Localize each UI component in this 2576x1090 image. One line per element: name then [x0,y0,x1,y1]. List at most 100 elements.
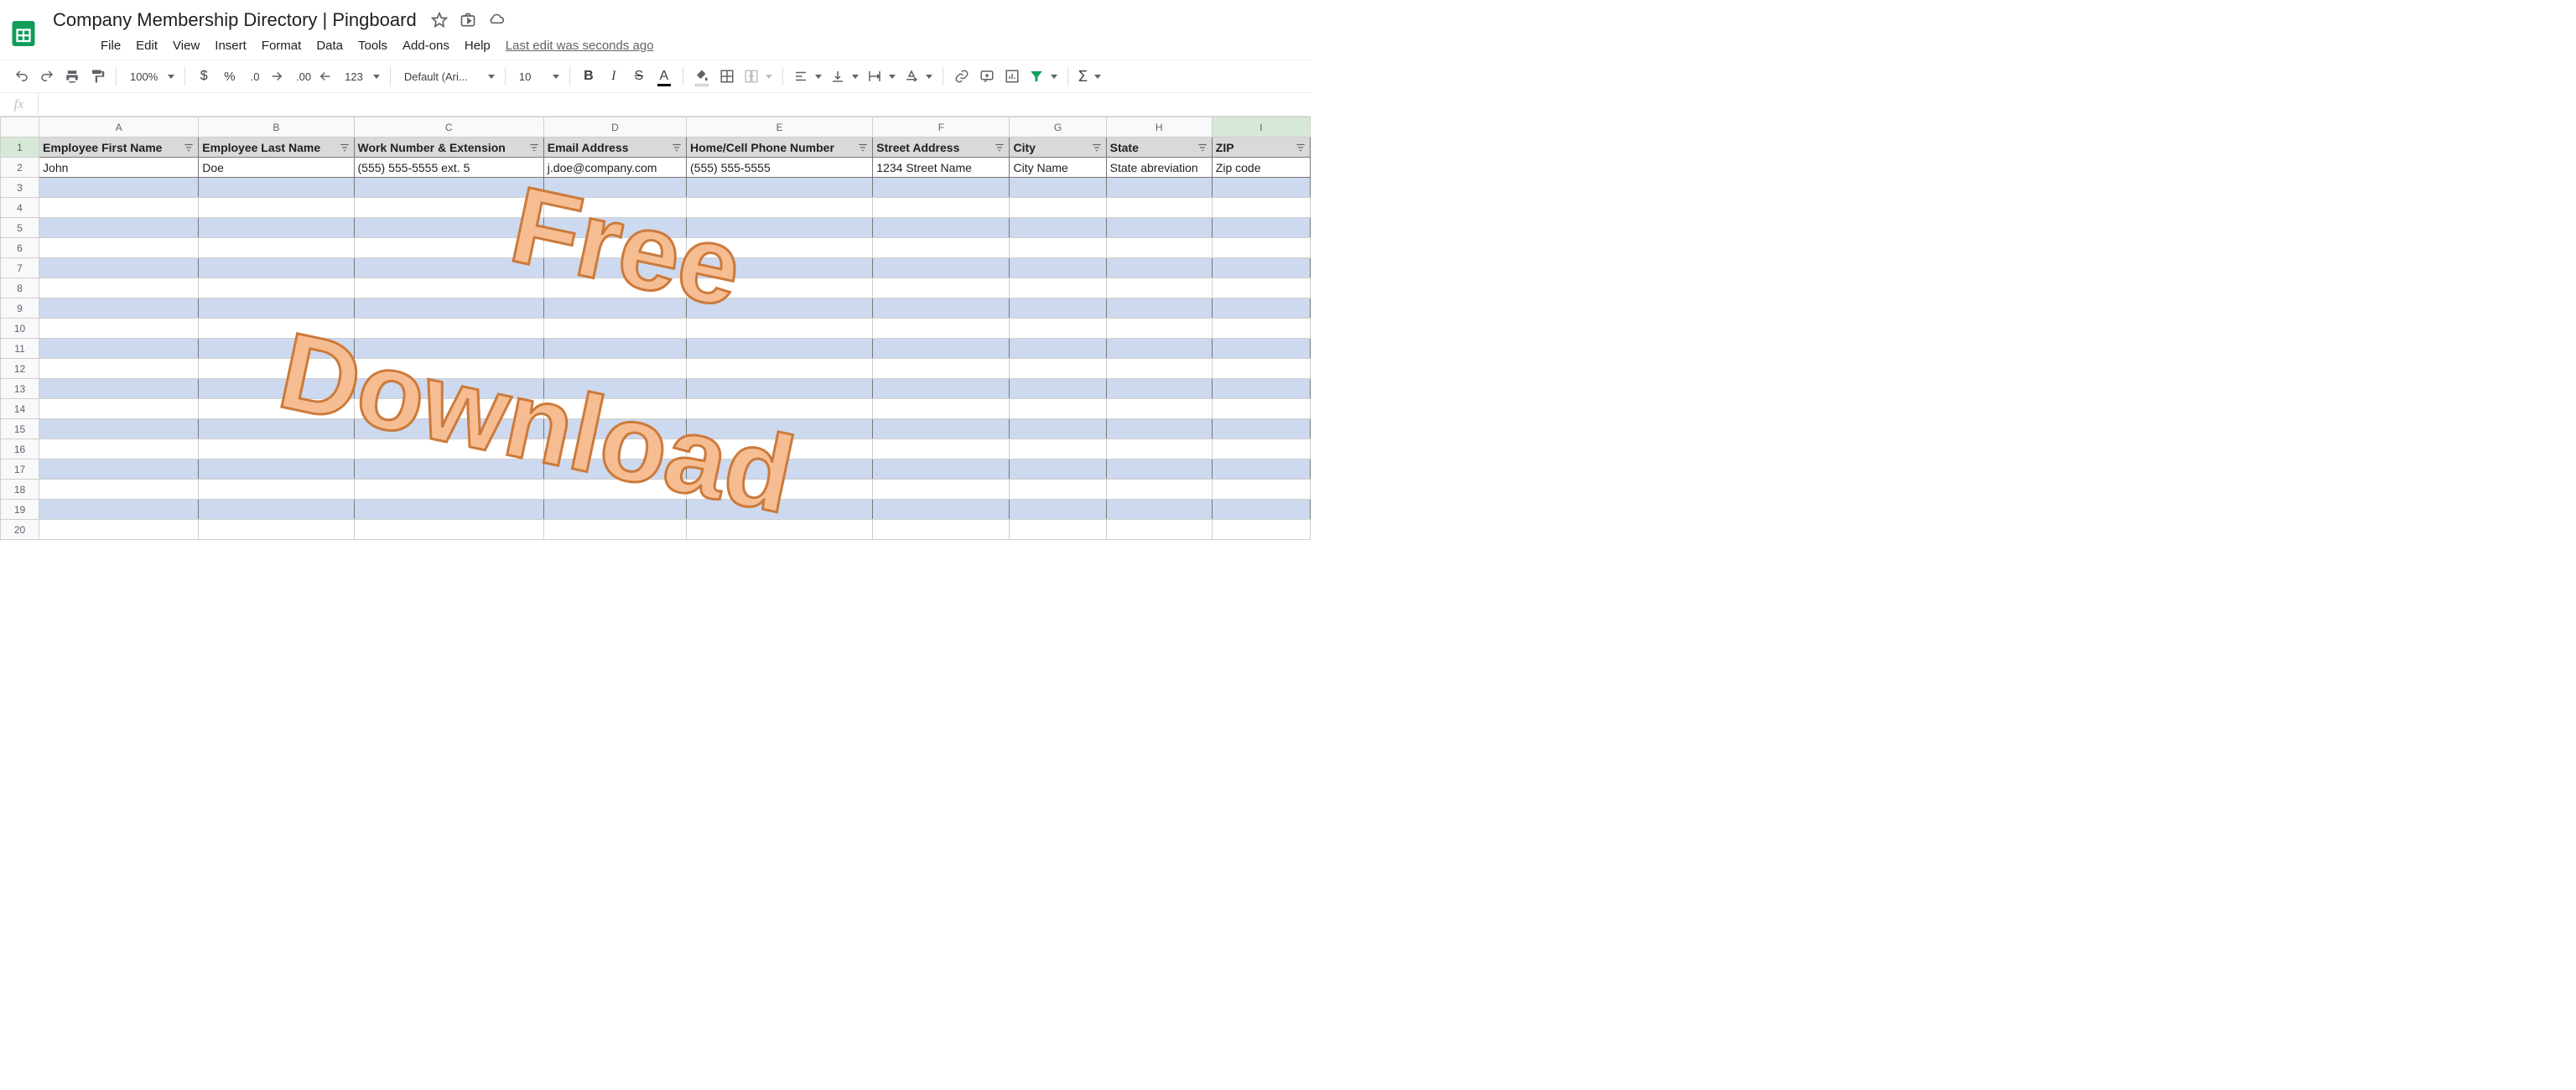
cell-G3[interactable] [1010,178,1106,198]
cell-D11[interactable] [543,339,686,359]
document-title[interactable]: Company Membership Directory | Pingboard [47,7,423,34]
row-header-20[interactable]: 20 [1,520,39,540]
cell-I14[interactable] [1212,399,1310,419]
cell-D13[interactable] [543,379,686,399]
row-header-17[interactable]: 17 [1,459,39,480]
cell-A18[interactable] [39,480,199,500]
insert-comment-button[interactable] [975,65,999,88]
cell-H13[interactable] [1106,379,1212,399]
cell-D1[interactable]: Email Address [543,138,686,158]
cell-H18[interactable] [1106,480,1212,500]
cloud-icon[interactable] [488,12,505,29]
cell-A2[interactable]: John [39,158,199,178]
cell-B7[interactable] [199,258,354,278]
merge-cells-button[interactable] [740,65,776,88]
cell-B19[interactable] [199,500,354,520]
col-header-D[interactable]: D [543,117,686,138]
cell-D19[interactable] [543,500,686,520]
insert-link-button[interactable] [950,65,974,88]
row-header-10[interactable]: 10 [1,319,39,339]
cell-A14[interactable] [39,399,199,419]
cell-C6[interactable] [354,238,543,258]
cell-E18[interactable] [687,480,873,500]
cell-E1[interactable]: Home/Cell Phone Number [687,138,873,158]
cell-A7[interactable] [39,258,199,278]
format-currency-button[interactable]: $ [192,65,216,88]
font-size-dropdown[interactable]: 10 [512,65,563,88]
cell-I4[interactable] [1212,198,1310,218]
cell-E2[interactable]: (555) 555-5555 [687,158,873,178]
cell-I16[interactable] [1212,439,1310,459]
row-header-6[interactable]: 6 [1,238,39,258]
cell-B9[interactable] [199,298,354,319]
select-all-corner[interactable] [1,117,39,138]
cell-E20[interactable] [687,520,873,540]
cell-D3[interactable] [543,178,686,198]
cell-C3[interactable] [354,178,543,198]
cell-F17[interactable] [873,459,1010,480]
cell-D5[interactable] [543,218,686,238]
cell-I17[interactable] [1212,459,1310,480]
cell-C10[interactable] [354,319,543,339]
col-header-E[interactable]: E [687,117,873,138]
cell-I13[interactable] [1212,379,1310,399]
menu-help[interactable]: Help [458,35,497,56]
cell-G20[interactable] [1010,520,1106,540]
cell-E4[interactable] [687,198,873,218]
cell-H15[interactable] [1106,419,1212,439]
cell-I2[interactable]: Zip code [1212,158,1310,178]
cell-D12[interactable] [543,359,686,379]
cell-D9[interactable] [543,298,686,319]
strikethrough-button[interactable]: S [627,65,651,88]
cell-B10[interactable] [199,319,354,339]
col-header-B[interactable]: B [199,117,354,138]
cell-B6[interactable] [199,238,354,258]
cell-I11[interactable] [1212,339,1310,359]
star-icon[interactable] [431,12,448,29]
cell-H7[interactable] [1106,258,1212,278]
cell-C1[interactable]: Work Number & Extension [354,138,543,158]
cell-G14[interactable] [1010,399,1106,419]
row-header-16[interactable]: 16 [1,439,39,459]
cell-A13[interactable] [39,379,199,399]
cell-F10[interactable] [873,319,1010,339]
cell-E7[interactable] [687,258,873,278]
cell-I10[interactable] [1212,319,1310,339]
row-header-3[interactable]: 3 [1,178,39,198]
decrease-decimal-button[interactable]: .0 [244,65,288,88]
cell-E12[interactable] [687,359,873,379]
cell-G15[interactable] [1010,419,1106,439]
row-header-8[interactable]: 8 [1,278,39,298]
col-header-C[interactable]: C [354,117,543,138]
cell-H3[interactable] [1106,178,1212,198]
cell-B14[interactable] [199,399,354,419]
cell-H12[interactable] [1106,359,1212,379]
cell-D20[interactable] [543,520,686,540]
cell-I8[interactable] [1212,278,1310,298]
spreadsheet-grid[interactable]: ABCDEFGHI 1Employee First NameEmployee L… [0,117,1311,540]
cell-D16[interactable] [543,439,686,459]
cell-B11[interactable] [199,339,354,359]
cell-E19[interactable] [687,500,873,520]
menu-format[interactable]: Format [255,35,309,56]
cell-B13[interactable] [199,379,354,399]
cell-I20[interactable] [1212,520,1310,540]
cell-C4[interactable] [354,198,543,218]
cell-I5[interactable] [1212,218,1310,238]
cell-A6[interactable] [39,238,199,258]
cell-A3[interactable] [39,178,199,198]
fill-color-button[interactable] [690,65,714,88]
cell-G10[interactable] [1010,319,1106,339]
cell-H11[interactable] [1106,339,1212,359]
cell-B16[interactable] [199,439,354,459]
cell-B1[interactable]: Employee Last Name [199,138,354,158]
cell-G11[interactable] [1010,339,1106,359]
cell-F13[interactable] [873,379,1010,399]
bold-button[interactable]: B [577,65,600,88]
col-header-A[interactable]: A [39,117,199,138]
cell-B17[interactable] [199,459,354,480]
borders-button[interactable] [715,65,739,88]
cell-A15[interactable] [39,419,199,439]
menu-data[interactable]: Data [309,35,350,56]
cell-D4[interactable] [543,198,686,218]
